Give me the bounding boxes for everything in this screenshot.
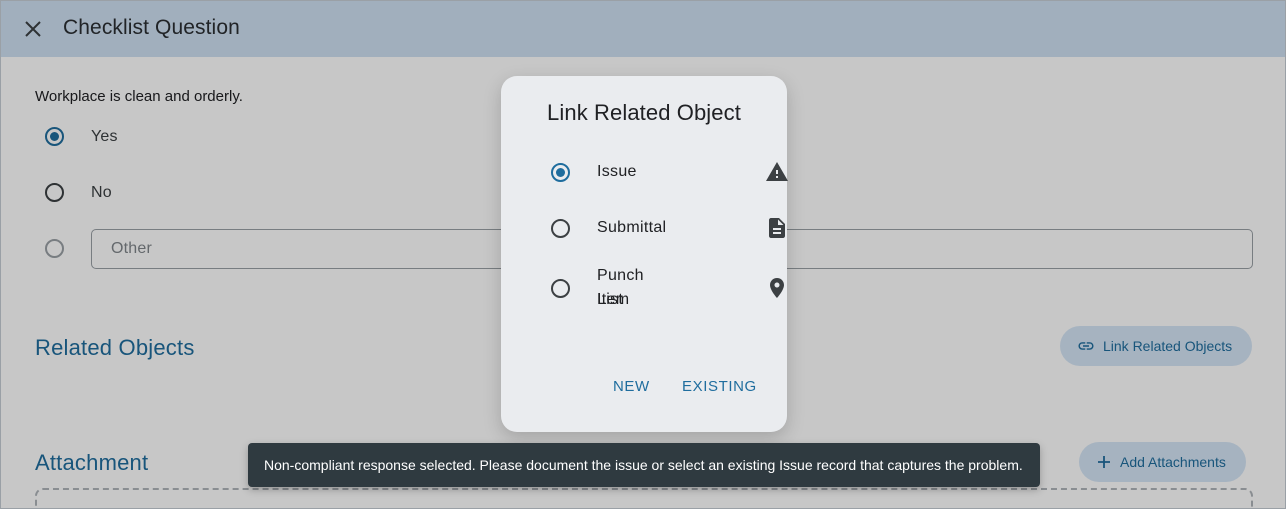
dialog-option-submittal[interactable]: Submittal [551, 218, 785, 238]
dialog-option-issue-label: Issue [597, 163, 637, 180]
existing-button[interactable]: EXISTING [682, 378, 757, 395]
link-related-object-dialog: Link Related Object Issue Submittal Punc… [501, 76, 788, 432]
dialog-option-punch-list-item[interactable]: Punch List Item [551, 267, 784, 308]
location-pin-icon [770, 278, 784, 298]
radio-issue[interactable] [551, 163, 570, 182]
warning-icon [766, 162, 788, 181]
new-button[interactable]: NEW [613, 378, 650, 395]
dialog-option-issue[interactable]: Issue [551, 162, 788, 182]
snackbar: Non-compliant response selected. Please … [248, 443, 1040, 487]
dialog-option-punch-list-label-line2: Item [597, 291, 630, 308]
snackbar-message: Non-compliant response selected. Please … [264, 457, 1023, 473]
radio-submittal[interactable] [551, 219, 570, 238]
radio-punch-list-item[interactable] [551, 279, 570, 298]
dialog-option-submittal-label: Submittal [597, 219, 667, 236]
document-icon [769, 218, 785, 238]
app-window: Checklist Question Workplace is clean an… [1, 1, 1285, 508]
dialog-title: Link Related Object [547, 100, 741, 125]
